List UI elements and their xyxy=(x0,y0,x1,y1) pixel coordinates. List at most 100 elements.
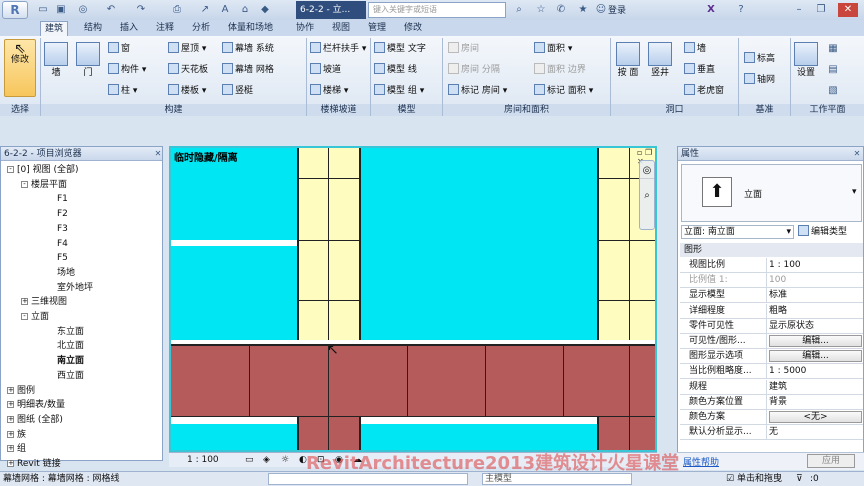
expand-icon[interactable]: + xyxy=(7,401,14,409)
property-value[interactable]: 编辑... xyxy=(766,334,862,348)
property-value[interactable]: 1 : 5000 xyxy=(766,364,862,379)
steering-wheel-icon[interactable]: ◎ xyxy=(640,165,654,176)
expand-icon[interactable]: + xyxy=(7,460,14,467)
browser-tree-item[interactable]: + 明细表/数量 xyxy=(7,399,65,411)
wall-opening-button[interactable]: 墙 xyxy=(684,42,706,56)
property-edit-button[interactable]: <无> xyxy=(769,411,862,423)
by-face-button[interactable]: 按 面 xyxy=(616,42,640,79)
instance-filter-select[interactable]: 立面: 南立面 ▾ xyxy=(681,225,794,239)
property-value[interactable]: 标准 xyxy=(766,288,862,303)
area-button[interactable]: 面积 ▾ xyxy=(534,42,572,56)
tag-room-button[interactable]: 标记 房间 ▾ xyxy=(448,84,507,98)
tab-massing-site[interactable]: 体量和场地 xyxy=(224,21,277,36)
browser-tree-item[interactable]: + 图例 xyxy=(7,385,35,397)
property-edit-button[interactable]: 编辑... xyxy=(769,335,862,347)
press-drag-toggle[interactable]: ☑ 单击和拖曳 xyxy=(726,472,782,486)
collapse-icon[interactable]: - xyxy=(7,166,14,173)
navigation-bar[interactable]: ◎ ⌕ xyxy=(639,160,655,230)
filter-icon[interactable]: ⊽ xyxy=(796,472,803,486)
drawing-view[interactable]: 临时隐藏/隔离 ▫ ❐ ✕ ◎ ⌕ ↖ xyxy=(169,146,657,452)
grid-button[interactable]: 轴网 xyxy=(744,73,775,87)
model-group-button[interactable]: 模型 组 ▾ xyxy=(374,84,424,98)
open-icon[interactable]: ▭ xyxy=(36,3,50,17)
browser-tree-item[interactable]: - 楼层平面 xyxy=(21,179,67,191)
area-boundary-button[interactable]: 面积 边界 xyxy=(534,63,586,77)
browser-tree-item[interactable]: F1 xyxy=(57,193,68,205)
curtain-system-button[interactable]: 幕墙 系统 xyxy=(222,42,274,56)
tab-architecture[interactable]: 建筑 xyxy=(40,21,69,36)
expand-icon[interactable]: + xyxy=(7,415,14,423)
view-scale[interactable]: 1 : 100 xyxy=(187,453,219,467)
visual-style-icon[interactable]: ◈ xyxy=(263,453,270,467)
browser-tree-item[interactable]: 南立面 xyxy=(57,355,84,367)
restore-icon[interactable]: ❐ xyxy=(814,3,828,17)
communication-icon[interactable]: ✆ xyxy=(554,3,568,17)
edit-type-button[interactable]: 编辑类型 xyxy=(798,225,847,239)
3d-view-icon[interactable]: ⌂ xyxy=(238,3,252,17)
subscription-icon[interactable]: ☆ xyxy=(534,3,548,17)
close-icon[interactable]: ✕ xyxy=(850,147,864,161)
save-icon[interactable]: ▣ xyxy=(54,3,68,17)
mullion-button[interactable]: 竖梃 xyxy=(222,84,253,98)
roof-button[interactable]: 屋顶 ▾ xyxy=(168,42,206,56)
property-value[interactable]: 1 : 100 xyxy=(766,258,862,272)
application-menu-button[interactable]: R xyxy=(2,1,28,19)
expand-icon[interactable]: + xyxy=(7,445,14,453)
browser-tree-item[interactable]: 北立面 xyxy=(57,340,84,352)
curtain-grid-button[interactable]: 幕墙 网格 xyxy=(222,63,274,77)
tab-insert[interactable]: 插入 xyxy=(116,21,142,36)
model-text-button[interactable]: 模型 文字 xyxy=(374,42,426,56)
panel-room-area[interactable]: 房间和面积 xyxy=(443,104,610,116)
tab-structure[interactable]: 结构 xyxy=(80,21,106,36)
ramp-button[interactable]: 坡道 xyxy=(310,63,341,77)
favorites-icon[interactable]: ★ xyxy=(576,3,590,17)
tab-modify[interactable]: 修改 xyxy=(400,21,426,36)
collapse-icon[interactable]: - xyxy=(21,313,28,320)
set-workplane-button[interactable]: 设置 xyxy=(794,42,818,79)
property-value[interactable]: 背景 xyxy=(766,394,862,409)
properties-section-graphics[interactable]: 图形 xyxy=(680,243,863,257)
property-value[interactable]: 无 xyxy=(766,425,862,440)
component-button[interactable]: 构件 ▾ xyxy=(108,63,146,77)
section-icon[interactable]: ◆ xyxy=(258,3,272,17)
expand-icon[interactable]: + xyxy=(7,386,14,394)
panel-select[interactable]: 选择 xyxy=(0,104,40,116)
tab-manage[interactable]: 管理 xyxy=(364,21,390,36)
browser-tree-item[interactable]: + 族 xyxy=(7,429,26,441)
browser-tree-item[interactable]: 室外地坪 xyxy=(57,282,93,294)
apply-button[interactable]: 应用 xyxy=(807,454,855,468)
browser-tree-item[interactable]: F3 xyxy=(57,223,68,235)
model-line-button[interactable]: 模型 线 xyxy=(374,63,417,77)
modify-button[interactable]: ⇖ 修改 xyxy=(4,39,36,97)
tab-view[interactable]: 视图 xyxy=(328,21,354,36)
browser-tree-item[interactable]: + 图纸 (全部) xyxy=(7,414,63,426)
ref-plane-icon[interactable]: ▤ xyxy=(826,63,840,77)
property-value[interactable]: 显示原状态 xyxy=(766,318,862,333)
browser-tree-item[interactable]: 西立面 xyxy=(57,370,84,382)
browser-tree-item[interactable]: + 三维视图 xyxy=(21,296,67,308)
expand-icon[interactable]: + xyxy=(7,430,14,438)
wall-button[interactable]: 墙 xyxy=(44,42,68,79)
search-input[interactable]: 键入关键字或短语 xyxy=(368,2,506,18)
text-icon[interactable]: A xyxy=(218,3,232,17)
exchange-apps-icon[interactable]: X xyxy=(704,3,718,17)
level-button[interactable]: 标高 xyxy=(744,52,775,66)
railing-button[interactable]: 栏杆扶手 ▾ xyxy=(310,42,366,56)
stair-button[interactable]: 楼梯 ▾ xyxy=(310,84,348,98)
tag-area-button[interactable]: 标记 面积 ▾ xyxy=(534,84,593,98)
browser-tree-item[interactable]: F4 xyxy=(57,238,68,250)
browser-tree-item[interactable]: - [0] 视图 (全部) xyxy=(7,164,79,176)
room-button[interactable]: 房间 xyxy=(448,42,479,56)
properties-help-link[interactable]: 属性帮助 xyxy=(683,455,719,468)
expand-icon[interactable]: + xyxy=(21,298,28,306)
browser-tree-item[interactable]: - 立面 xyxy=(21,311,49,323)
tab-collaborate[interactable]: 协作 xyxy=(292,21,318,36)
browser-tree-item[interactable]: + 组 xyxy=(7,443,26,455)
shaft-button[interactable]: 竖井 xyxy=(648,42,672,79)
measure-icon[interactable]: ↗ xyxy=(198,3,212,17)
collapse-icon[interactable]: - xyxy=(21,180,28,188)
ceiling-button[interactable]: 天花板 xyxy=(168,63,208,77)
door-button[interactable]: 门 xyxy=(76,42,100,79)
zoom-icon[interactable]: ⌕ xyxy=(640,190,654,201)
dormer-button[interactable]: 老虎窗 xyxy=(684,84,724,98)
